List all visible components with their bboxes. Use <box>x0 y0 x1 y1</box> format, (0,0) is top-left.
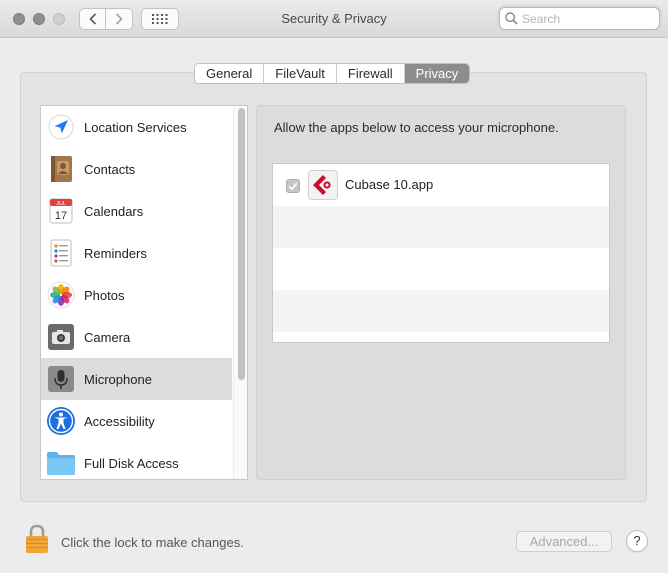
sidebar-item-label: Full Disk Access <box>84 455 179 471</box>
cubase-access-checkbox[interactable] <box>286 179 300 193</box>
cubase-icon <box>308 170 338 200</box>
tab-privacy[interactable]: Privacy <box>404 64 470 83</box>
app-list: Cubase 10.app <box>272 163 610 343</box>
camera-icon <box>46 322 76 352</box>
title-bar: Security & Privacy <box>0 0 668 38</box>
sidebar-item-label: Photos <box>84 287 125 303</box>
tab-firewall[interactable]: Firewall <box>336 64 405 83</box>
sidebar-item-label: Microphone <box>84 371 152 387</box>
photos-flower-icon <box>46 280 76 310</box>
sidebar-scrollbar[interactable] <box>233 106 247 479</box>
accessibility-icon <box>46 406 76 436</box>
checkmark-icon <box>288 182 298 191</box>
sidebar-item-location-services[interactable]: Location Services <box>41 106 232 148</box>
sidebar-item-photos[interactable]: Photos <box>41 274 232 316</box>
search-icon <box>505 12 518 25</box>
microphone-icon <box>46 364 76 394</box>
sidebar-item-label: Calendars <box>84 203 144 219</box>
search-field[interactable] <box>499 7 660 30</box>
calendar-icon-day: 17 <box>55 210 67 222</box>
sidebar-item-label: Location Services <box>84 119 187 135</box>
sidebar-item-camera[interactable]: Camera <box>41 316 232 358</box>
sidebar-item-full-disk-access[interactable]: Full Disk Access <box>41 442 232 479</box>
sidebar-item-label: Camera <box>84 329 131 345</box>
sidebar-item-microphone[interactable]: Microphone <box>41 358 232 400</box>
sidebar-item-accessibility[interactable]: Accessibility <box>41 400 232 442</box>
search-input[interactable] <box>522 11 652 26</box>
sidebar-item-label: Accessibility <box>84 413 155 429</box>
scrollbar-thumb[interactable] <box>238 108 245 380</box>
lock-button[interactable] <box>24 524 50 554</box>
location-arrow-icon <box>46 112 76 142</box>
advanced-button[interactable]: Advanced... <box>516 531 612 552</box>
sidebar-item-calendars[interactable]: JUL 17 Calendars <box>41 190 232 232</box>
padlock-icon <box>26 524 48 553</box>
sidebar-item-reminders[interactable]: Reminders <box>41 232 232 274</box>
tab-general[interactable]: General <box>195 64 265 83</box>
lock-instruction-text: Click the lock to make changes. <box>61 535 244 550</box>
microphone-access-heading: Allow the apps below to access your micr… <box>274 120 559 135</box>
calendar-icon: JUL 17 <box>46 196 76 226</box>
privacy-category-list: Location Services Contacts JUL 17 Calend… <box>40 105 248 480</box>
reminders-list-icon <box>46 238 76 268</box>
privacy-detail-pane: Allow the apps below to access your micr… <box>256 105 626 480</box>
help-button[interactable]: ? <box>626 530 648 552</box>
calendar-icon-month: JUL <box>56 201 66 207</box>
sidebar-item-contacts[interactable]: Contacts <box>41 148 232 190</box>
tab-bar: General FileVault Firewall Privacy <box>194 63 471 84</box>
sidebar-item-label: Contacts <box>84 161 136 177</box>
security-privacy-window: Security & Privacy General FileVault Fir… <box>0 0 668 573</box>
sidebar-item-label: Reminders <box>84 245 147 261</box>
tab-filevault[interactable]: FileVault <box>264 64 337 83</box>
empty-row <box>273 248 609 290</box>
app-row-cubase[interactable]: Cubase 10.app <box>273 164 609 206</box>
empty-row <box>273 290 609 332</box>
app-name: Cubase 10.app <box>345 177 434 192</box>
contacts-book-icon <box>46 154 76 184</box>
empty-row <box>273 206 609 248</box>
folder-icon <box>46 448 76 478</box>
